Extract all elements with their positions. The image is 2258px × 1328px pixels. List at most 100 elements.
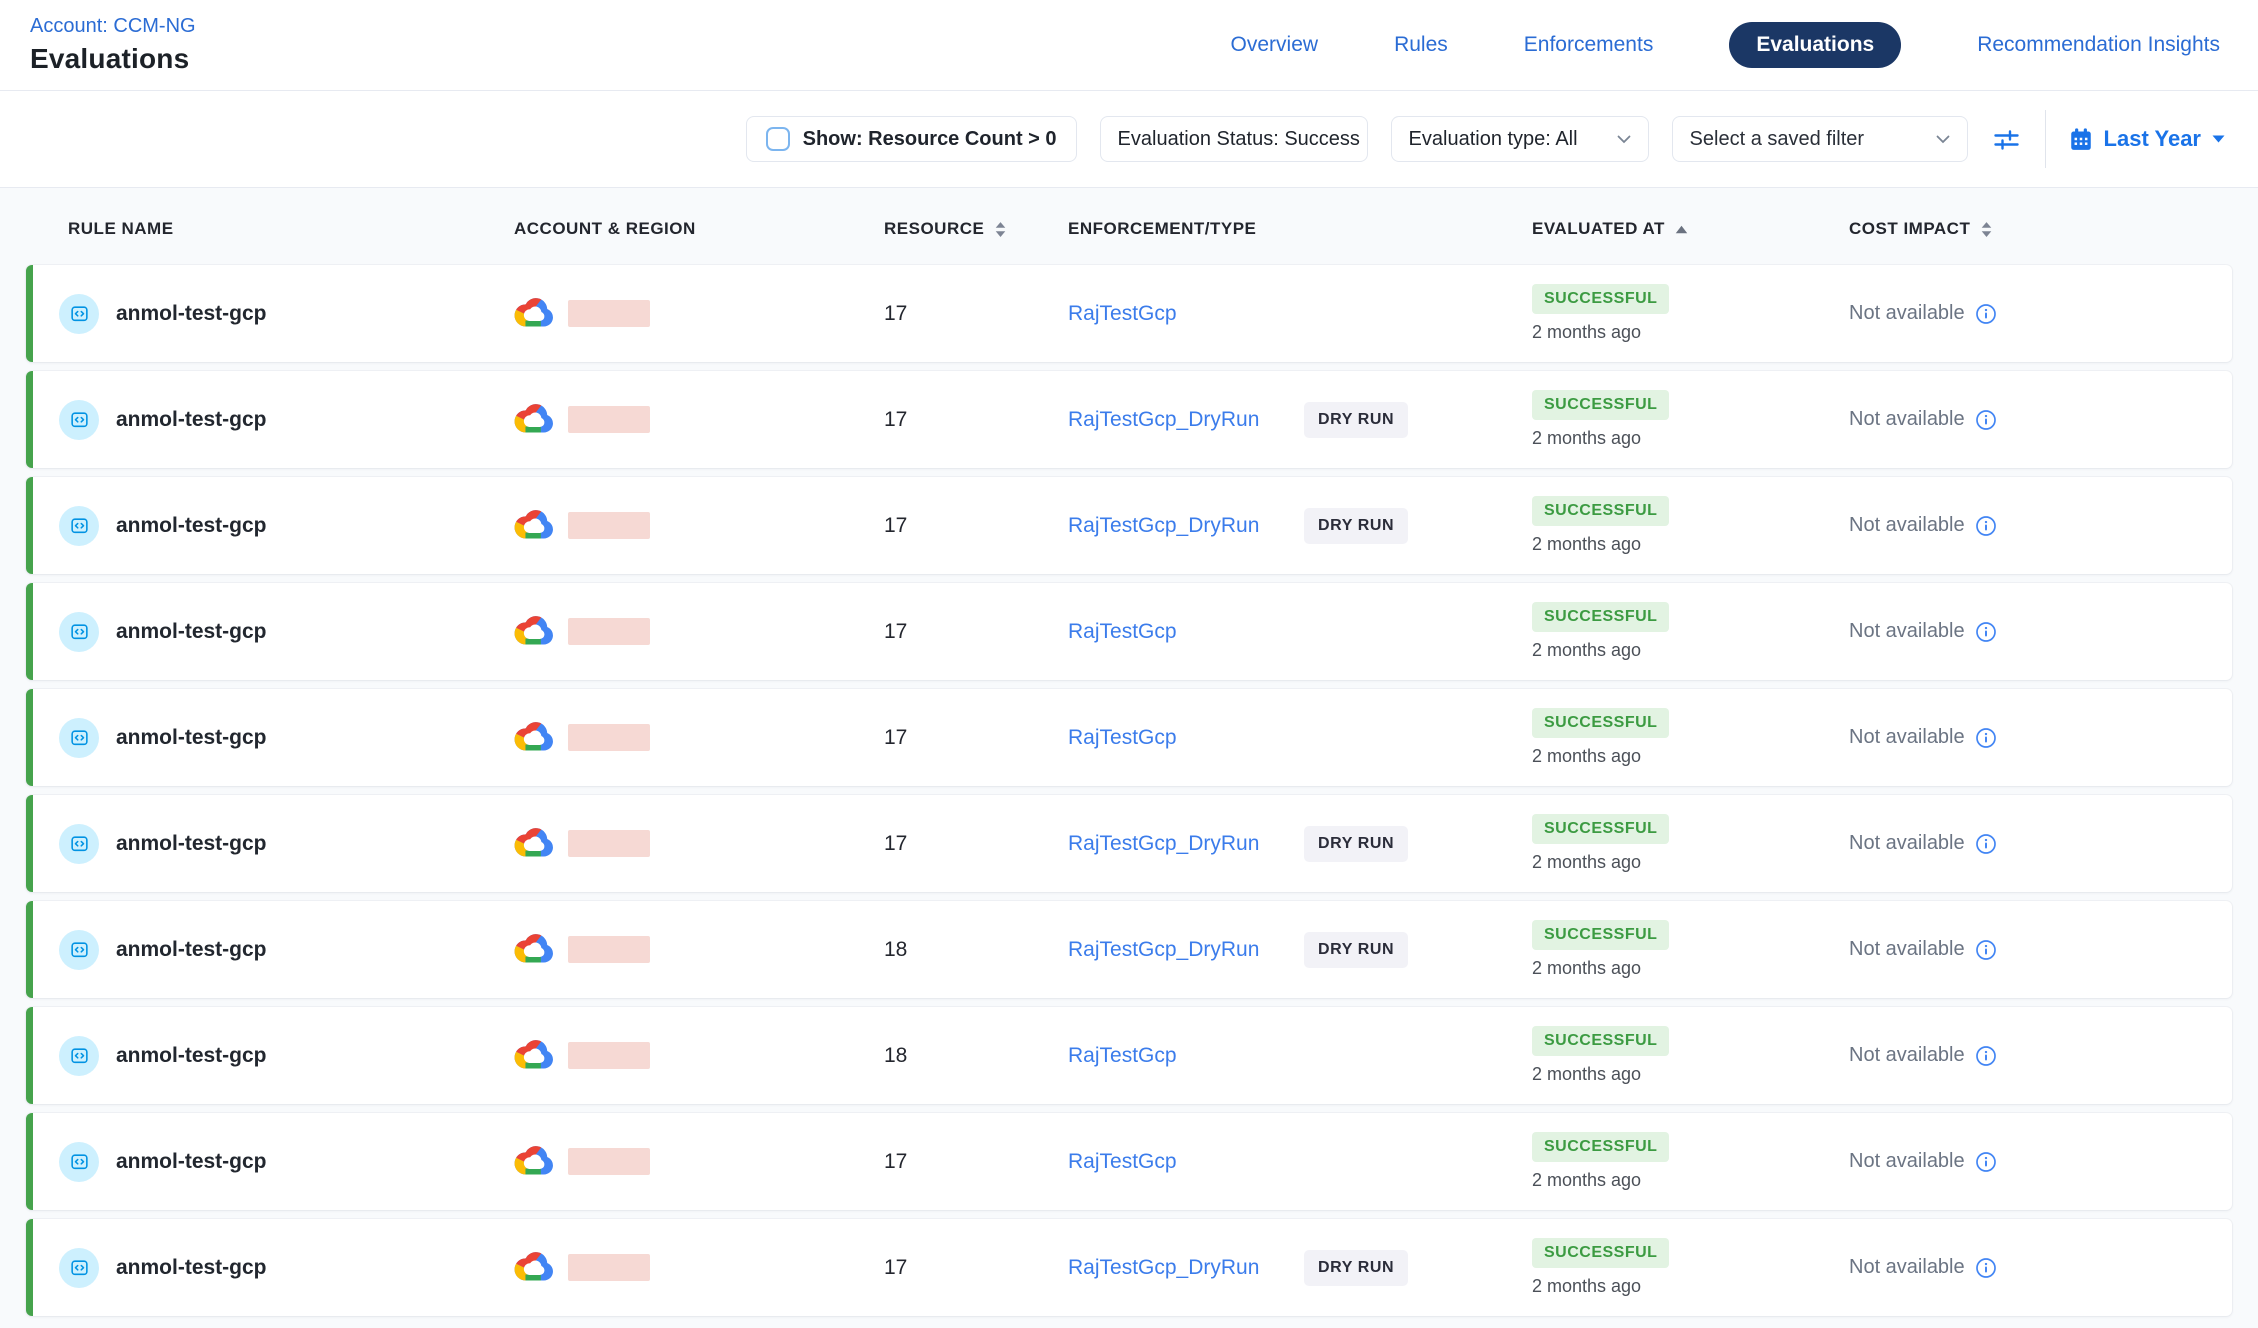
account-breadcrumb[interactable]: Account: CCM-NG xyxy=(30,15,196,38)
column-header[interactable]: EVALUATED AT xyxy=(1532,219,1849,239)
enforcement-link[interactable]: RajTestGcp_DryRun xyxy=(1068,832,1304,856)
sort-arrows-icon[interactable] xyxy=(994,221,1007,238)
column-header[interactable]: RESOURCE xyxy=(884,219,1068,239)
enforcement-cell: RajTestGcp xyxy=(1068,620,1532,644)
column-header[interactable]: RULE NAME xyxy=(33,219,514,239)
table-row[interactable]: anmol-test-gcp 17 Ra xyxy=(26,795,2232,892)
gcp-logo xyxy=(514,615,555,648)
enforcement-cell: RajTestGcp xyxy=(1068,302,1532,326)
evaluation-type-value: Evaluation type: All xyxy=(1409,128,1578,151)
info-icon[interactable] xyxy=(1975,833,1997,855)
info-icon[interactable] xyxy=(1975,621,1997,643)
top-nav: Overview Rules Enforcements Evaluations Reco… xyxy=(1231,22,2220,68)
evaluated-at-cell: SUCCESSFUL 2 months ago xyxy=(1532,390,1849,449)
column-header-label: RULE NAME xyxy=(68,219,174,239)
cost-impact-value: Not available xyxy=(1849,726,1965,749)
enforcement-link[interactable]: RajTestGcp xyxy=(1068,726,1304,750)
resource-count: 17 xyxy=(884,302,1068,326)
info-icon[interactable] xyxy=(1975,1045,1997,1067)
rule-avatar xyxy=(59,1142,99,1182)
nav-item[interactable]: Enforcements xyxy=(1524,33,1654,57)
info-icon[interactable] xyxy=(1975,303,1997,325)
rule-avatar xyxy=(59,294,99,334)
cost-impact-value: Not available xyxy=(1849,1256,1965,1279)
filter-settings-button[interactable] xyxy=(1991,124,2022,155)
rule-name: anmol-test-gcp xyxy=(116,1150,267,1174)
enforcement-link[interactable]: RajTestGcp_DryRun xyxy=(1068,514,1304,538)
evaluated-time: 2 months ago xyxy=(1532,534,1641,555)
table-row[interactable]: anmol-test-gcp 17 Ra xyxy=(26,371,2232,468)
rule-avatar xyxy=(59,718,99,758)
rule-name: anmol-test-gcp xyxy=(116,1044,267,1068)
table-row[interactable]: anmol-test-gcp 17 Ra xyxy=(26,477,2232,574)
code-rule-icon xyxy=(69,939,90,960)
resource-count: 17 xyxy=(884,726,1068,750)
nav-item[interactable]: Overview xyxy=(1231,33,1319,57)
column-header[interactable]: COST IMPACT xyxy=(1849,219,2232,239)
nav-item[interactable]: Recommendation Insights xyxy=(1977,33,2220,57)
table-row[interactable]: anmol-test-gcp 17 Ra xyxy=(26,689,2232,786)
redacted-account-name xyxy=(568,300,650,327)
sort-arrows-icon[interactable] xyxy=(1980,221,1993,238)
saved-filter-dropdown[interactable]: Select a saved filter xyxy=(1672,116,1968,162)
evaluation-type-dropdown[interactable]: Evaluation type: All xyxy=(1391,116,1649,162)
nav-item[interactable]: Rules xyxy=(1394,33,1448,57)
evaluated-time: 2 months ago xyxy=(1532,428,1641,449)
date-range-picker[interactable]: Last Year xyxy=(2069,126,2225,152)
saved-filter-placeholder: Select a saved filter xyxy=(1690,128,1865,151)
enforcement-link[interactable]: RajTestGcp xyxy=(1068,620,1304,644)
cost-impact-value: Not available xyxy=(1849,514,1965,537)
resource-count-filter[interactable]: Show: Resource Count > 0 xyxy=(746,116,1077,162)
info-icon[interactable] xyxy=(1975,515,1997,537)
table-row[interactable]: anmol-test-gcp 18 Ra xyxy=(26,901,2232,998)
column-header[interactable]: ACCOUNT & REGION xyxy=(514,219,884,239)
evaluation-status-dropdown[interactable]: Evaluation Status: Success xyxy=(1100,116,1368,162)
enforcement-link[interactable]: RajTestGcp_DryRun xyxy=(1068,938,1304,962)
rule-avatar xyxy=(59,612,99,652)
rule-name-cell: anmol-test-gcp xyxy=(33,718,514,758)
code-rule-icon xyxy=(69,833,90,854)
enforcement-link[interactable]: RajTestGcp xyxy=(1068,1150,1304,1174)
info-icon[interactable] xyxy=(1975,409,1997,431)
code-rule-icon xyxy=(69,1045,90,1066)
evaluated-at-cell: SUCCESSFUL 2 months ago xyxy=(1532,284,1849,343)
table-row[interactable]: anmol-test-gcp 17 Ra xyxy=(26,265,2232,362)
sort-ascending-icon[interactable] xyxy=(1675,225,1688,234)
gcp-logo xyxy=(514,1145,555,1178)
enforcement-link[interactable]: RajTestGcp_DryRun xyxy=(1068,1256,1304,1280)
cost-impact-cell: Not available xyxy=(1849,1044,2232,1067)
redacted-account-name xyxy=(568,936,650,963)
info-icon[interactable] xyxy=(1975,1151,1997,1173)
code-rule-icon xyxy=(69,1151,90,1172)
info-icon[interactable] xyxy=(1975,727,1997,749)
nav-item[interactable]: Evaluations xyxy=(1729,22,1901,68)
enforcement-link[interactable]: RajTestGcp_DryRun xyxy=(1068,408,1304,432)
info-icon[interactable] xyxy=(1975,939,1997,961)
evaluated-time: 2 months ago xyxy=(1532,746,1641,767)
column-header[interactable]: ENFORCEMENT/TYPE xyxy=(1068,219,1532,239)
column-header-label: ACCOUNT & REGION xyxy=(514,219,696,239)
info-icon[interactable] xyxy=(1975,1257,1997,1279)
rule-name: anmol-test-gcp xyxy=(116,832,267,856)
calendar-icon xyxy=(2069,127,2093,152)
redacted-account-name xyxy=(568,830,650,857)
account-region-cell xyxy=(514,297,884,330)
code-rule-icon xyxy=(69,303,90,324)
enforcement-link[interactable]: RajTestGcp xyxy=(1068,1044,1304,1068)
resource-count-checkbox[interactable] xyxy=(766,127,790,151)
enforcement-cell: RajTestGcp xyxy=(1068,726,1532,750)
table-row[interactable]: anmol-test-gcp 17 Ra xyxy=(26,1219,2232,1316)
table-row[interactable]: anmol-test-gcp 17 Ra xyxy=(26,583,2232,680)
rule-avatar xyxy=(59,1248,99,1288)
table-row[interactable]: anmol-test-gcp 17 Ra xyxy=(26,1113,2232,1210)
enforcement-link[interactable]: RajTestGcp xyxy=(1068,302,1304,326)
table-row[interactable]: anmol-test-gcp 18 Ra xyxy=(26,1007,2232,1104)
cost-impact-value: Not available xyxy=(1849,408,1965,431)
column-header-label: ENFORCEMENT/TYPE xyxy=(1068,219,1256,239)
redacted-account-name xyxy=(568,1254,650,1281)
cost-impact-value: Not available xyxy=(1849,1044,1965,1067)
filter-settings-icon xyxy=(1991,124,2022,155)
cost-impact-value: Not available xyxy=(1849,302,1965,325)
rule-avatar xyxy=(59,1036,99,1076)
cost-impact-cell: Not available xyxy=(1849,938,2232,961)
